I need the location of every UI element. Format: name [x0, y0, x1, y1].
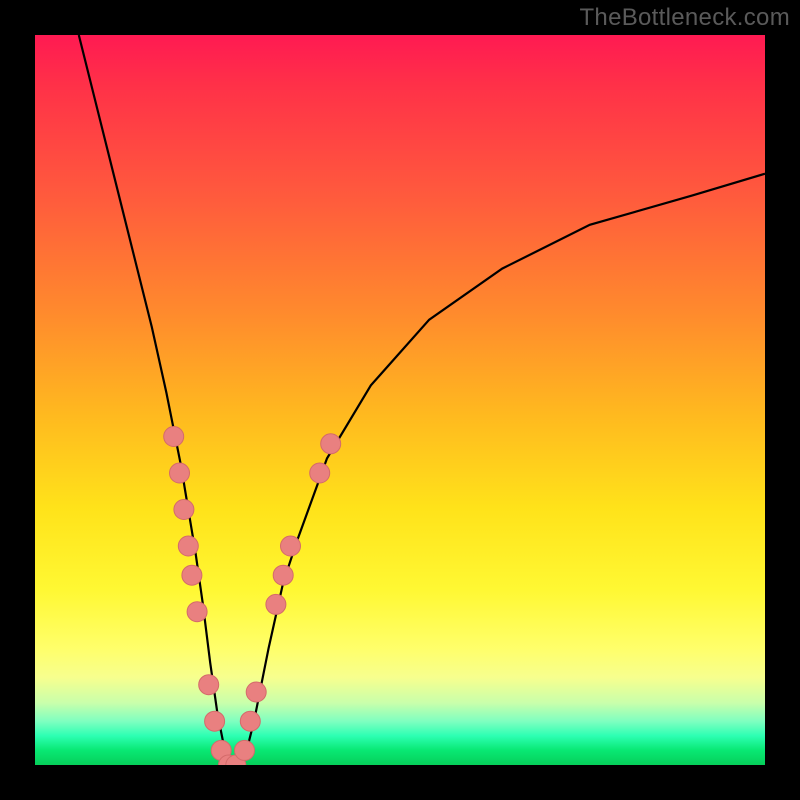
curve-markers: [164, 427, 341, 766]
chart-frame: TheBottleneck.com: [0, 0, 800, 800]
curve-marker: [199, 675, 219, 695]
attribution-text: TheBottleneck.com: [579, 4, 790, 32]
curve-marker: [182, 565, 202, 585]
curve-marker: [178, 536, 198, 556]
plot-area: [35, 35, 765, 765]
curve-marker: [235, 740, 255, 760]
curve-marker: [246, 682, 266, 702]
curve-marker: [164, 427, 184, 447]
curve-marker: [281, 536, 301, 556]
curve-marker: [205, 711, 225, 731]
curve-marker: [266, 594, 286, 614]
curve-marker: [273, 565, 293, 585]
curve-marker: [240, 711, 260, 731]
bottleneck-curve: [79, 35, 765, 765]
curve-marker: [321, 434, 341, 454]
curve-layer: [35, 35, 765, 765]
curve-marker: [170, 463, 190, 483]
curve-marker: [310, 463, 330, 483]
curve-marker: [174, 500, 194, 520]
curve-marker: [187, 602, 207, 622]
